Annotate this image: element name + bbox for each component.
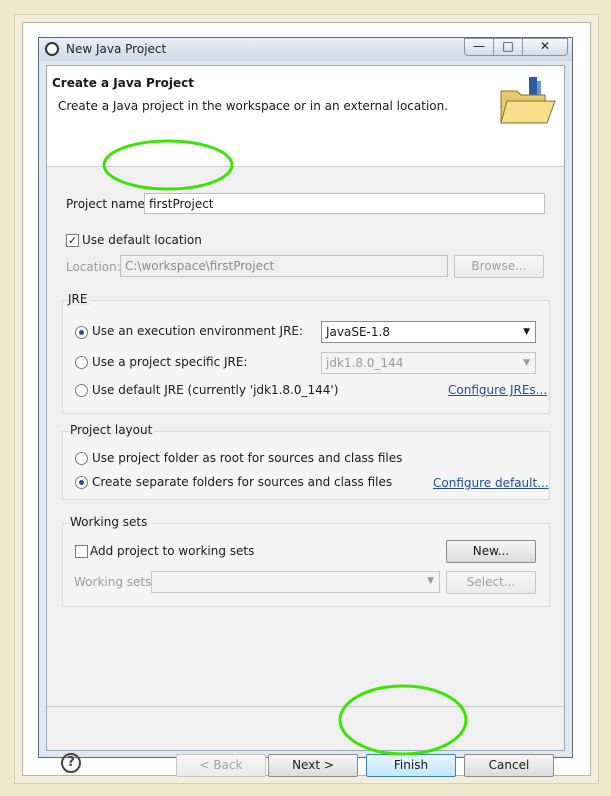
working-sets-dropdown[interactable]: ▼: [151, 571, 440, 593]
dropdown-arrow-icon: ▼: [523, 327, 530, 337]
layout-separate-label: Create separate folders for sources and …: [92, 475, 393, 489]
use-default-location-label: Use default location: [82, 233, 202, 247]
project-name-label: Project name:: [66, 197, 149, 211]
project-layout-group-title: Project layout: [70, 423, 156, 437]
configure-jres-link[interactable]: Configure JREs...: [448, 383, 547, 397]
add-to-working-sets-checkbox[interactable]: [75, 545, 88, 558]
select-working-sets-button[interactable]: Select...: [446, 571, 536, 594]
dropdown-arrow-icon: ▼: [427, 576, 434, 586]
specific-jre-value: jdk1.8.0_144: [326, 356, 404, 370]
working-sets-group: [62, 523, 550, 607]
banner-title: Create a Java Project: [52, 76, 195, 90]
minimize-button[interactable]: —: [464, 38, 494, 56]
finish-button[interactable]: Finish: [366, 754, 456, 777]
jre-exec-env-label: Use an execution environment JRE:: [92, 324, 304, 338]
layout-root-label: Use project folder as root for sources a…: [92, 451, 403, 465]
title-bar[interactable]: New Java Project — □ ✕: [39, 38, 572, 61]
jre-group-title: JRE: [68, 292, 91, 306]
jre-default-label: Use default JRE (currently 'jdk1.8.0_144…: [92, 383, 339, 397]
next-button[interactable]: Next >: [268, 754, 358, 777]
cancel-button[interactable]: Cancel: [464, 754, 554, 777]
working-sets-group-title: Working sets: [70, 515, 151, 529]
open-folder-icon: [500, 77, 556, 124]
new-java-project-dialog: New Java Project — □ ✕ Create a Java Pro…: [38, 37, 573, 777]
dropdown-arrow-icon: ▼: [523, 358, 530, 368]
back-button[interactable]: < Back: [176, 754, 266, 777]
add-to-working-sets-label: Add project to working sets: [90, 544, 255, 558]
jre-exec-env-radio[interactable]: [75, 326, 88, 339]
browse-button[interactable]: Browse...: [454, 255, 544, 278]
footer-separator: [47, 706, 564, 707]
wizard-banner: Create a Java Project Create a Java proj…: [47, 66, 564, 167]
window-title: New Java Project: [66, 42, 167, 56]
eclipse-app-icon: [45, 42, 59, 56]
location-input[interactable]: C:\workspace\firstProject: [120, 255, 448, 277]
banner-description: Create a Java project in the workspace o…: [58, 99, 449, 113]
help-icon[interactable]: ?: [61, 753, 81, 773]
project-name-input[interactable]: [144, 193, 545, 214]
configure-default-link[interactable]: Configure default...: [433, 476, 549, 490]
jre-specific-radio[interactable]: [75, 356, 88, 369]
maximize-button[interactable]: □: [493, 38, 523, 56]
use-default-location-checkbox[interactable]: ✓: [66, 234, 79, 247]
jre-default-radio[interactable]: [75, 384, 88, 397]
jre-specific-label: Use a project specific JRE:: [92, 355, 248, 369]
location-label: Location:: [66, 260, 121, 274]
new-working-set-button[interactable]: New...: [446, 540, 536, 563]
exec-env-dropdown[interactable]: JavaSE-1.8 ▼: [321, 321, 536, 343]
layout-root-radio[interactable]: [75, 452, 88, 465]
layout-separate-radio[interactable]: [75, 476, 88, 489]
specific-jre-dropdown[interactable]: jdk1.8.0_144 ▼: [321, 352, 536, 374]
working-sets-label: Working sets:: [74, 575, 156, 589]
close-button[interactable]: ✕: [522, 38, 568, 56]
exec-env-value: JavaSE-1.8: [326, 325, 390, 339]
dialog-content: Create a Java Project Create a Java proj…: [46, 65, 565, 777]
